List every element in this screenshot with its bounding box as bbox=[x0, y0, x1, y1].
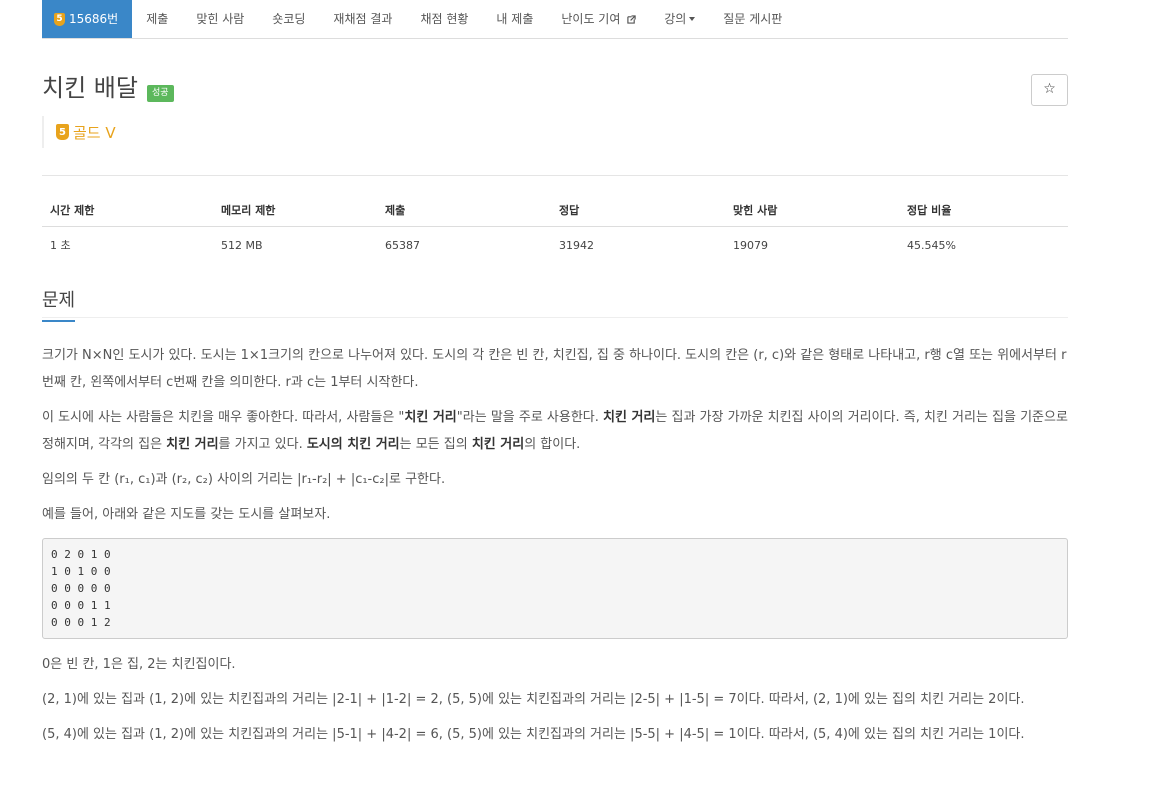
city-map-example: 0 2 0 1 0 1 0 1 0 0 0 0 0 0 0 0 0 0 1 1 … bbox=[42, 538, 1068, 639]
external-link-icon bbox=[627, 15, 636, 24]
col-accept-ratio: 정답 비율 bbox=[899, 194, 1068, 227]
bold-term: 도시의 치킨 거리 bbox=[306, 437, 400, 452]
accepted-value: 31942 bbox=[559, 238, 594, 252]
nav-submit[interactable]: 제출 bbox=[132, 0, 182, 38]
problem-info-table: 시간 제한 메모리 제한 제출 정답 맞힌 사람 정답 비율 1 초 512 M… bbox=[42, 194, 1068, 263]
col-time-limit: 시간 제한 bbox=[42, 194, 213, 227]
page-title: 치킨 배달 bbox=[42, 74, 138, 102]
star-button[interactable]: ☆ bbox=[1031, 74, 1068, 106]
table-header-row: 시간 제한 메모리 제한 제출 정답 맞힌 사람 정답 비율 bbox=[42, 194, 1068, 227]
level-label: 골드 V bbox=[73, 123, 116, 142]
bold-term: 치킨 거리 bbox=[166, 437, 219, 452]
gold-tier-icon: 5 bbox=[56, 124, 69, 140]
nav-lectures-label: 강의 bbox=[664, 12, 687, 26]
bold-term: 치킨 거리 bbox=[603, 410, 656, 425]
nav-problem-number[interactable]: 5 15686번 bbox=[42, 0, 133, 38]
col-accepted: 정답 bbox=[551, 194, 725, 227]
problem-number-label: 15686번 bbox=[69, 12, 119, 26]
paragraph: (2, 1)에 있는 집과 (1, 2)에 있는 치킨집과의 거리는 |2-1|… bbox=[42, 692, 1025, 707]
nav-qna-board[interactable]: 질문 게시판 bbox=[709, 0, 796, 38]
problem-nav: 5 15686번 제출 맞힌 사람 숏코딩 재채점 결과 채점 현황 내 제출 … bbox=[42, 0, 1068, 39]
table-row: 1 초 512 MB 65387 31942 19079 45.545% bbox=[42, 227, 1068, 264]
nav-rejudge-results[interactable]: 재채점 결과 bbox=[319, 0, 406, 38]
time-limit-value: 1 초 bbox=[50, 239, 71, 252]
solved-users-value: 19079 bbox=[733, 238, 768, 252]
caret-down-icon bbox=[689, 17, 696, 21]
nav-difficulty-contribution[interactable]: 난이도 기여 bbox=[547, 0, 650, 38]
accept-ratio-value: 45.545% bbox=[907, 238, 956, 252]
col-submissions: 제출 bbox=[377, 194, 551, 227]
gold-tier-icon: 5 bbox=[54, 12, 65, 26]
bold-term: 치킨 거리 bbox=[404, 410, 457, 425]
text: "라는 말을 주로 사용한다. bbox=[456, 410, 604, 425]
col-solved-users: 맞힌 사람 bbox=[725, 194, 899, 227]
nav-judge-status[interactable]: 채점 현황 bbox=[406, 0, 482, 38]
paragraph: 예를 들어, 아래와 같은 지도를 갖는 도시를 살펴보자. bbox=[42, 507, 331, 522]
title-row: 치킨 배달 성공 ☆ bbox=[42, 72, 1068, 112]
paragraph: 크기가 N×N인 도시가 있다. 도시는 1×1크기의 칸으로 나누어져 있다.… bbox=[42, 348, 1067, 390]
paragraph: 임의의 두 칸 (r₁, c₁)과 (r₂, c₂) 사이의 거리는 |r₁-r… bbox=[42, 472, 446, 487]
text: 의 합이다. bbox=[524, 437, 581, 452]
nav-difficulty-label: 난이도 기여 bbox=[561, 12, 621, 26]
text: 를 가지고 있다. bbox=[218, 437, 307, 452]
nav-solved-users[interactable]: 맞힌 사람 bbox=[182, 0, 258, 38]
text: 는 모든 집의 bbox=[399, 437, 472, 452]
paragraph: 이 도시에 사는 사람들은 치킨을 매우 좋아한다. 따라서, 사람들은 "치킨… bbox=[42, 404, 1068, 458]
problem-description: 크기가 N×N인 도시가 있다. 도시는 1×1크기의 칸으로 나누어져 있다.… bbox=[42, 342, 1068, 756]
text: 이 도시에 사는 사람들은 치킨을 매우 좋아한다. 따라서, 사람들은 " bbox=[42, 410, 405, 425]
submissions-value: 65387 bbox=[385, 238, 420, 252]
status-badge: 성공 bbox=[147, 85, 174, 102]
nav-my-submissions[interactable]: 내 제출 bbox=[482, 0, 547, 38]
difficulty-level[interactable]: 5 골드 V bbox=[42, 116, 116, 148]
page-container: 5 15686번 제출 맞힌 사람 숏코딩 재채점 결과 채점 현황 내 제출 … bbox=[42, 0, 1068, 742]
col-memory-limit: 메모리 제한 bbox=[213, 194, 377, 227]
bold-term: 치킨 거리 bbox=[471, 437, 525, 452]
paragraph: 0은 빈 칸, 1은 집, 2는 치킨집이다. bbox=[42, 657, 236, 672]
paragraph: (5, 4)에 있는 집과 (1, 2)에 있는 치킨집과의 거리는 |5-1|… bbox=[42, 727, 1025, 742]
nav-lectures[interactable]: 강의 bbox=[650, 0, 709, 38]
section-divider bbox=[42, 317, 1068, 318]
memory-limit-value: 512 MB bbox=[221, 238, 263, 252]
divider bbox=[42, 175, 1068, 176]
nav-short-coding[interactable]: 숏코딩 bbox=[258, 0, 319, 38]
